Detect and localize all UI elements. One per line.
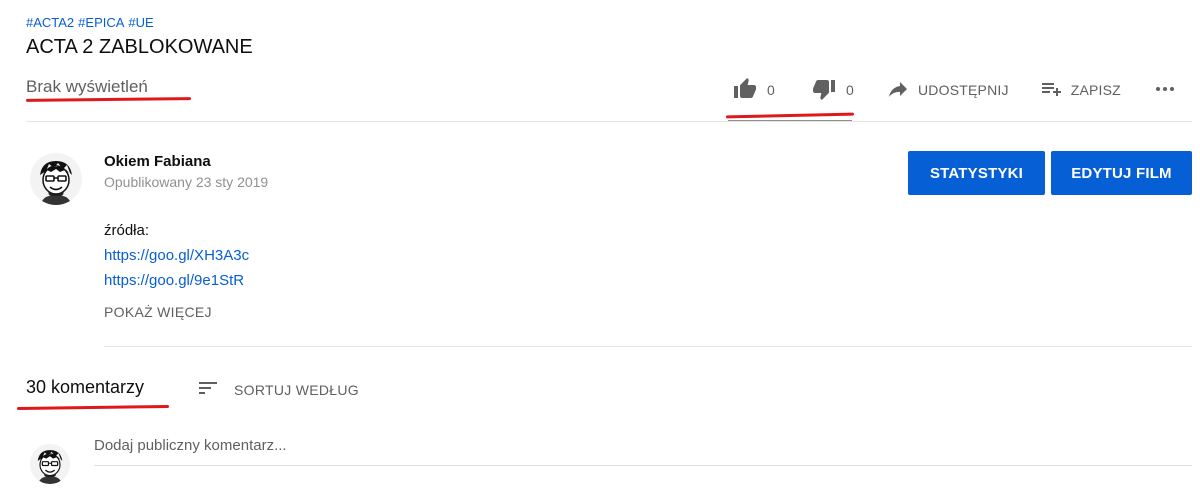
sort-icon xyxy=(196,376,234,403)
show-more-button[interactable]: POKAŻ WIĘCEJ xyxy=(104,304,212,320)
save-label: ZAPISZ xyxy=(1070,82,1121,98)
more-actions-button[interactable] xyxy=(1153,77,1177,104)
like-count: 0 xyxy=(767,82,775,98)
avatar-cartoon-icon xyxy=(30,444,70,484)
dislike-count: 0 xyxy=(846,82,854,98)
sort-label: SORTUJ WEDŁUG xyxy=(234,381,359,398)
avatar-cartoon-icon xyxy=(30,153,82,205)
like-button[interactable]: 0 xyxy=(733,77,775,104)
channel-name[interactable]: Okiem Fabiana xyxy=(104,153,211,170)
comment-input[interactable] xyxy=(94,434,1192,466)
channel-avatar[interactable] xyxy=(30,153,82,205)
annotation-underline-likes xyxy=(725,112,855,119)
share-icon xyxy=(886,77,910,104)
divider xyxy=(104,346,1192,347)
save-button[interactable]: ZAPISZ xyxy=(1039,77,1121,104)
description-link[interactable]: https://goo.gl/9e1StR xyxy=(104,272,244,289)
comments-count: 30 komentarzy xyxy=(26,377,145,397)
sort-comments-button[interactable]: SORTUJ WEDŁUG xyxy=(196,376,359,403)
hashtag-link[interactable]: #EPICA xyxy=(78,15,124,30)
view-count: Brak wyświetleń xyxy=(26,77,148,96)
video-title: ACTA 2 ZABLOKOWANE xyxy=(26,36,253,58)
description-text: źródła: xyxy=(104,222,150,239)
playlist-add-icon xyxy=(1039,77,1063,104)
thumb-down-icon xyxy=(812,77,836,104)
annotation-underline-views xyxy=(25,97,192,102)
share-label: UDOSTĘPNIJ xyxy=(918,82,1009,98)
hashtag-list: #ACTA2 #EPICA #UE xyxy=(26,15,154,30)
dislike-button[interactable]: 0 xyxy=(812,77,854,104)
analytics-button[interactable]: STATYSTYKI xyxy=(908,151,1045,195)
video-actions: 0 0 UDOSTĘPNIJ ZAPISZ xyxy=(733,77,1177,104)
share-button[interactable]: UDOSTĘPNIJ xyxy=(886,77,1009,104)
description-link[interactable]: https://goo.gl/XH3A3c xyxy=(104,247,249,264)
more-icon xyxy=(1153,77,1177,104)
hashtag-link[interactable]: #ACTA2 xyxy=(26,15,74,30)
thumb-up-icon xyxy=(733,77,757,104)
divider xyxy=(26,121,1192,122)
annotation-underline-comments xyxy=(16,404,170,411)
publish-date: Opublikowany 23 sty 2019 xyxy=(104,174,269,190)
user-avatar xyxy=(30,444,70,484)
hashtag-link[interactable]: #UE xyxy=(128,15,153,30)
edit-video-button[interactable]: EDYTUJ FILM xyxy=(1051,151,1192,195)
